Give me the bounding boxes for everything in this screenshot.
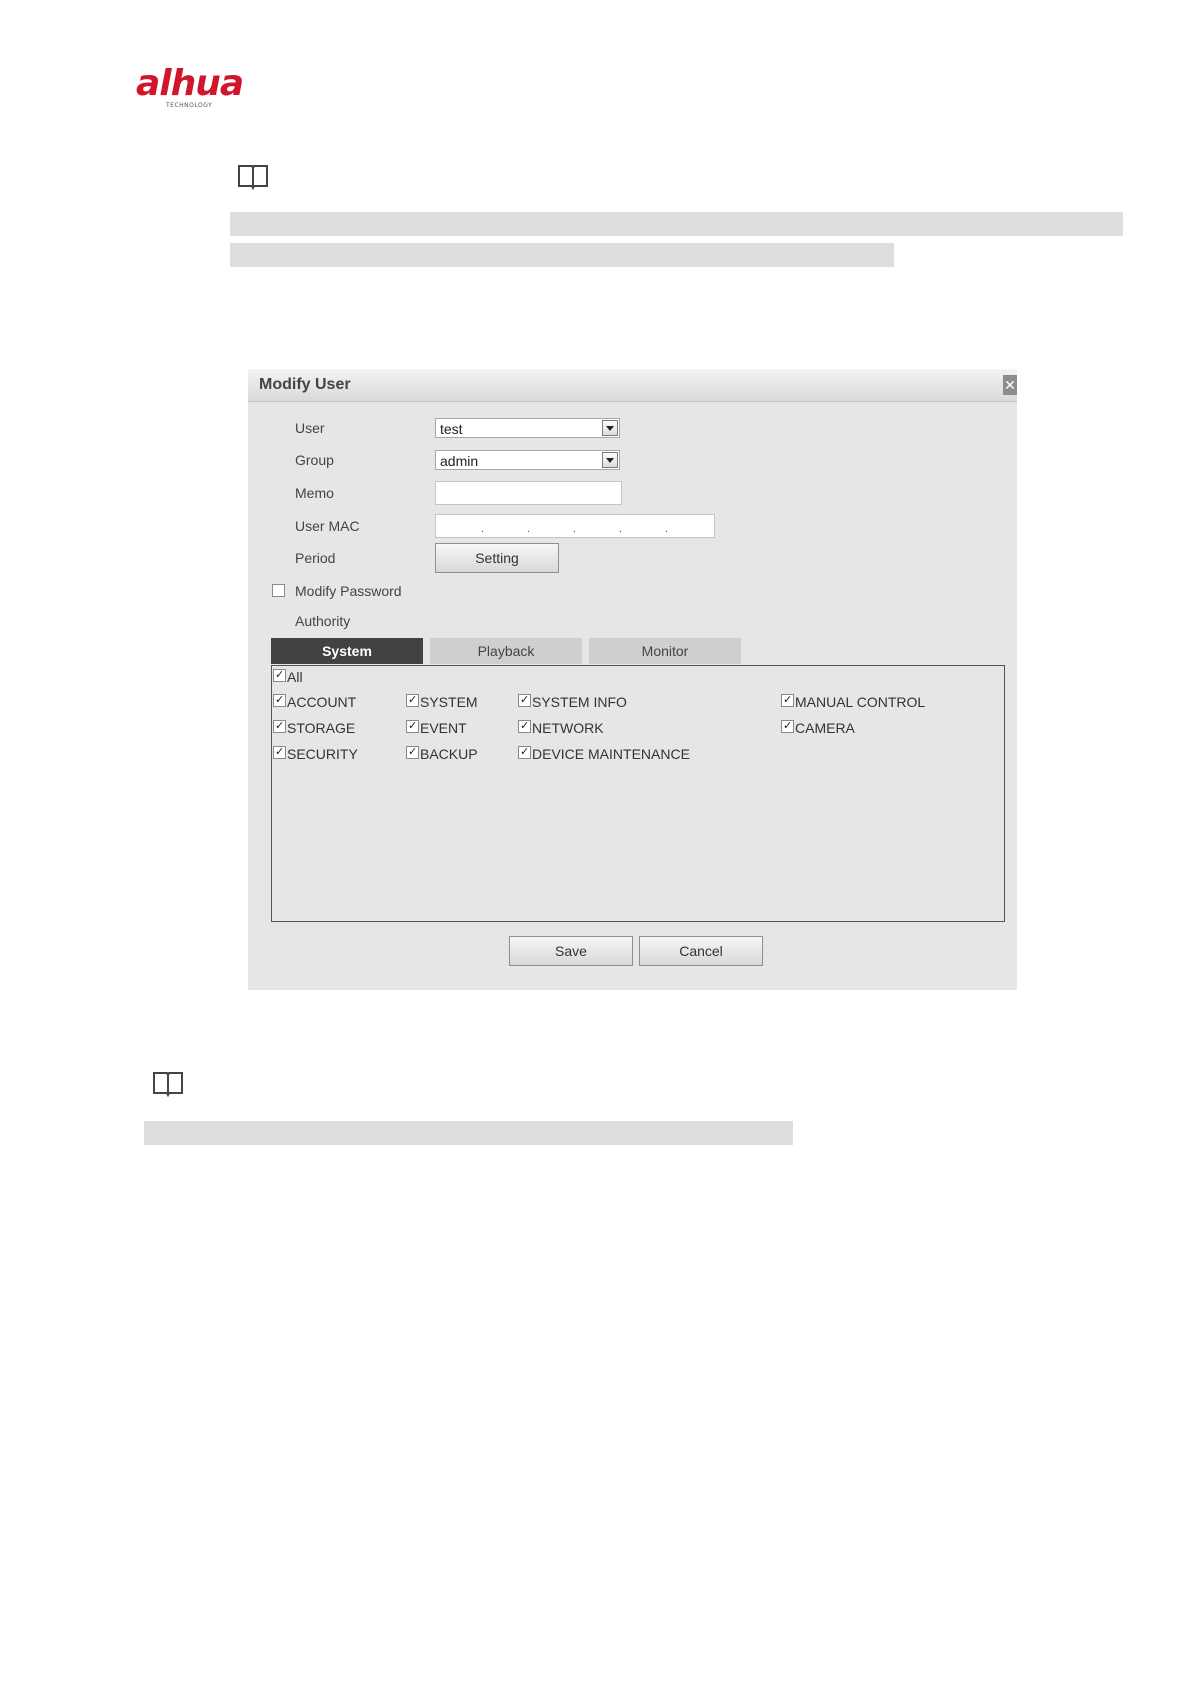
permission-backup-checkbox[interactable] xyxy=(406,746,419,759)
mac-separator: . xyxy=(573,524,576,535)
user-label: User xyxy=(295,420,325,436)
dialog-title: Modify User xyxy=(259,376,351,393)
user-mac-label: User MAC xyxy=(295,518,360,534)
brand-logo: alhua TECHNOLOGY xyxy=(136,64,256,114)
permission-system-checkbox[interactable] xyxy=(406,694,419,707)
memo-label: Memo xyxy=(295,485,334,501)
user-select-value: test xyxy=(440,421,463,437)
permission-network-label: NETWORK xyxy=(532,720,604,736)
permission-network-checkbox[interactable] xyxy=(518,720,531,733)
tab-system[interactable]: System xyxy=(271,638,423,664)
group-select-value: admin xyxy=(440,453,479,469)
cancel-button[interactable]: Cancel xyxy=(639,936,763,966)
period-setting-button[interactable]: Setting xyxy=(435,543,559,573)
permission-all-checkbox[interactable] xyxy=(273,669,286,682)
redacted-note-line-1 xyxy=(230,212,1123,236)
period-label: Period xyxy=(295,550,336,566)
permission-camera-label: CAMERA xyxy=(795,720,855,736)
permission-storage-checkbox[interactable] xyxy=(273,720,286,733)
mac-separator: . xyxy=(481,524,484,535)
memo-input[interactable] xyxy=(435,481,622,505)
permission-camera-checkbox[interactable] xyxy=(781,720,794,733)
tab-playback[interactable]: Playback xyxy=(430,638,582,664)
modify-password-label: Modify Password xyxy=(295,583,402,599)
permission-manual-control-label: MANUAL CONTROL xyxy=(795,694,926,710)
permission-system-info-checkbox[interactable] xyxy=(518,694,531,707)
permission-event-label: EVENT xyxy=(420,720,467,736)
authority-label: Authority xyxy=(295,613,351,629)
chevron-down-icon[interactable] xyxy=(602,420,618,436)
group-select[interactable]: admin xyxy=(435,450,620,470)
permission-storage-label: STORAGE xyxy=(287,720,356,736)
permission-system-info-label: SYSTEM INFO xyxy=(532,694,627,710)
redacted-note-line-2 xyxy=(230,243,894,267)
modify-password-checkbox[interactable] xyxy=(272,584,285,597)
mac-separator: . xyxy=(619,524,622,535)
mac-separator: . xyxy=(527,524,530,535)
dialog-title-bar: Modify User ✕ xyxy=(248,369,1017,402)
user-mac-input[interactable]: . . . . . xyxy=(435,514,715,538)
mac-separator: . xyxy=(665,524,668,535)
brand-logo-text: alhua xyxy=(136,63,244,104)
brand-logo-subtitle: TECHNOLOGY xyxy=(166,102,213,109)
permission-system-label: SYSTEM xyxy=(420,694,478,710)
book-note-icon xyxy=(236,162,270,190)
redacted-note-line-3 xyxy=(144,1121,793,1145)
permission-manual-control-checkbox[interactable] xyxy=(781,694,794,707)
chevron-down-icon[interactable] xyxy=(602,452,618,468)
save-button[interactable]: Save xyxy=(509,936,633,966)
permission-account-checkbox[interactable] xyxy=(273,694,286,707)
close-icon[interactable]: ✕ xyxy=(1003,375,1017,395)
permission-security-label: SECURITY xyxy=(287,746,358,762)
permission-event-checkbox[interactable] xyxy=(406,720,419,733)
permission-account-label: ACCOUNT xyxy=(287,694,357,710)
permission-security-checkbox[interactable] xyxy=(273,746,286,759)
permission-backup-label: BACKUP xyxy=(420,746,478,762)
book-note-icon xyxy=(151,1069,185,1097)
permission-device-maintenance-label: DEVICE MAINTENANCE xyxy=(532,746,690,762)
permission-device-maintenance-checkbox[interactable] xyxy=(518,746,531,759)
user-select[interactable]: test xyxy=(435,418,620,438)
tab-monitor[interactable]: Monitor xyxy=(589,638,741,664)
permission-all-label: All xyxy=(287,669,303,685)
group-label: Group xyxy=(295,452,334,468)
